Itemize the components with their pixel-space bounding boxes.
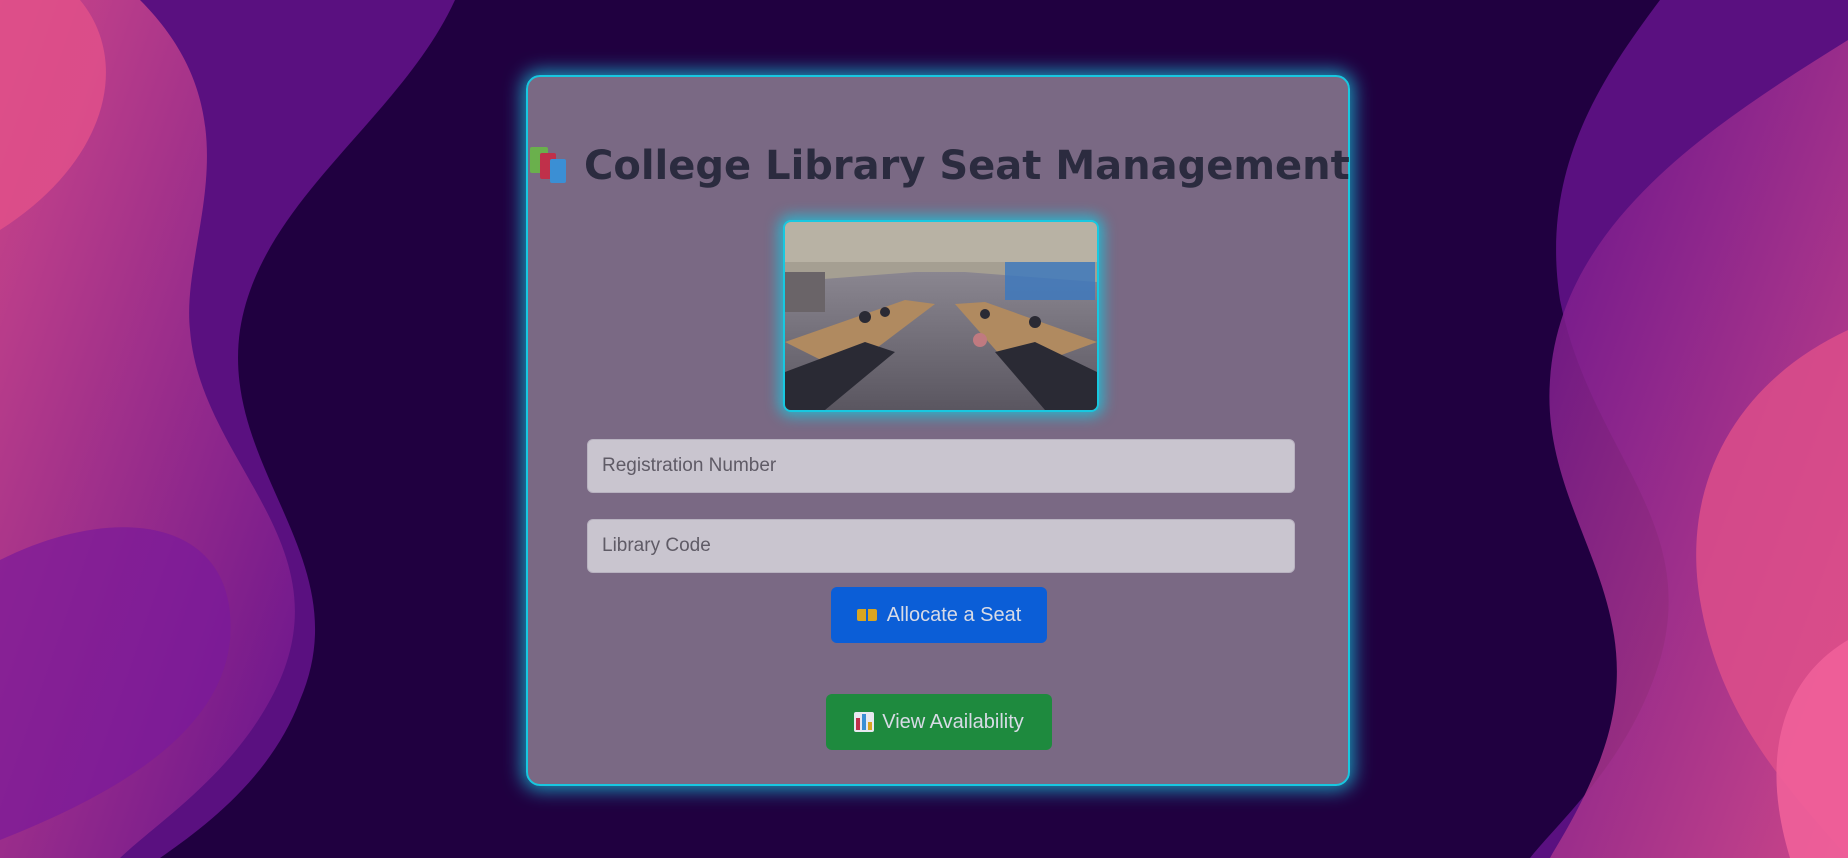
bar-chart-icon bbox=[854, 712, 875, 732]
page-title-text: College Library Seat Management bbox=[584, 143, 1350, 189]
view-availability-button[interactable]: View Availability bbox=[826, 694, 1052, 750]
library-code-input[interactable] bbox=[587, 519, 1295, 573]
allocate-seat-button[interactable]: Allocate a Seat bbox=[831, 587, 1047, 643]
ticket-icon bbox=[856, 609, 877, 621]
registration-number-input[interactable] bbox=[587, 439, 1295, 493]
books-icon bbox=[528, 145, 568, 183]
page-title: College Library Seat Management bbox=[528, 143, 1350, 189]
library-hall-image bbox=[783, 220, 1099, 412]
allocate-seat-label: Allocate a Seat bbox=[886, 603, 1022, 626]
view-availability-label: View Availability bbox=[882, 710, 1024, 733]
seat-management-card: College Library Seat Management Registra… bbox=[526, 75, 1350, 786]
